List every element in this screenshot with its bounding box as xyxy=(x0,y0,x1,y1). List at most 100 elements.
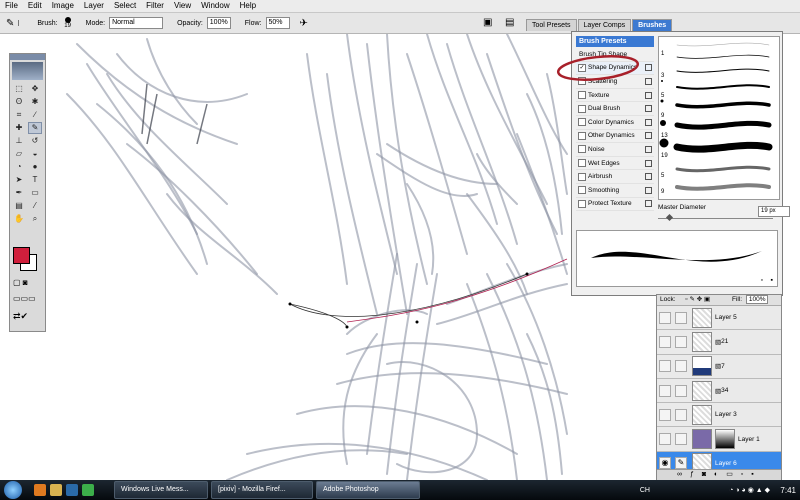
start-orb-icon[interactable] xyxy=(4,481,22,499)
screen-mode-buttons[interactable]: ▭▭▭ xyxy=(13,294,41,304)
messenger-quicklaunch-icon[interactable] xyxy=(82,484,94,496)
marquee-tool-icon[interactable]: ⬚ xyxy=(12,83,26,95)
pen-tool-icon[interactable]: ✒ xyxy=(12,187,26,199)
brush-preset-list[interactable]: 1 3 5 9 13 19 5 9 xyxy=(658,36,780,200)
brush-tool-icon[interactable]: ✎ xyxy=(6,18,14,29)
master-diameter-field[interactable]: 19 px xyxy=(758,206,790,217)
link-toggle[interactable] xyxy=(675,311,687,324)
layer-name[interactable]: 7 xyxy=(721,363,725,370)
lock-icon[interactable] xyxy=(645,64,652,72)
palette-well-icon[interactable]: ▤ xyxy=(505,17,514,28)
folder-quicklaunch-icon[interactable] xyxy=(50,484,62,496)
mode-select[interactable]: Normal xyxy=(109,17,164,29)
shape-tool-icon[interactable]: ▭ xyxy=(28,187,42,199)
paint-bucket-tool-icon[interactable]: ◒ xyxy=(28,148,42,160)
menu-filter[interactable]: Filter xyxy=(141,0,169,12)
dual-brush-checkbox[interactable] xyxy=(578,104,586,113)
visibility-toggle[interactable] xyxy=(659,360,671,373)
notes-tool-icon[interactable]: ▤ xyxy=(12,200,26,212)
taskbar-clock[interactable]: 7:41 xyxy=(780,486,796,495)
magic-wand-tool-icon[interactable]: ✱ xyxy=(28,96,42,108)
flow-field[interactable]: 50% xyxy=(265,17,290,29)
texture-item[interactable]: Texture xyxy=(576,89,654,103)
crop-tool-icon[interactable]: ⌗ xyxy=(12,109,26,121)
layer-name[interactable]: 34 xyxy=(721,387,728,394)
visibility-toggle[interactable] xyxy=(659,311,671,324)
other-dynamics-checkbox[interactable] xyxy=(578,131,586,140)
menu-image[interactable]: Image xyxy=(47,0,79,12)
hand-tool-icon[interactable]: ✋ xyxy=(12,213,26,225)
brush-indicator-icon[interactable]: ✎ xyxy=(675,457,687,470)
clone-stamp-tool-icon[interactable]: ⊥ xyxy=(12,135,26,147)
menu-edit[interactable]: Edit xyxy=(23,0,47,12)
lock-icon[interactable] xyxy=(645,91,652,99)
link-toggle[interactable] xyxy=(675,360,687,373)
shape-dynamics-item[interactable]: ✓ Shape Dynamics xyxy=(576,61,654,76)
noise-checkbox[interactable] xyxy=(578,145,586,154)
photoshop-feather-logo[interactable] xyxy=(12,62,43,80)
master-diameter-slider[interactable] xyxy=(658,218,773,219)
move-tool-icon[interactable]: ✥ xyxy=(28,83,42,95)
slider-knob[interactable] xyxy=(665,213,674,222)
dodge-tool-icon[interactable]: ● xyxy=(28,161,42,173)
layer-row[interactable]: Layer 1 xyxy=(657,427,781,452)
lock-icon[interactable] xyxy=(645,105,652,113)
link-toggle[interactable] xyxy=(675,408,687,421)
menu-file[interactable]: File xyxy=(0,0,23,12)
firefox-quicklaunch-icon[interactable] xyxy=(34,484,46,496)
healing-brush-tool-icon[interactable]: ✚ xyxy=(12,122,26,134)
type-tool-icon[interactable]: T xyxy=(28,174,42,186)
link-toggle[interactable] xyxy=(675,384,687,397)
document-canvas[interactable] xyxy=(47,34,570,480)
tray-icons[interactable]: ◔ ◑ ◕ ◉ ▲ ◆ xyxy=(729,486,770,494)
lock-icon[interactable] xyxy=(645,77,652,85)
smoothing-checkbox[interactable] xyxy=(578,186,586,195)
color-dynamics-checkbox[interactable] xyxy=(578,118,586,127)
lock-icon[interactable] xyxy=(645,145,652,153)
lock-icons[interactable]: ▫ ✎ ✥ ▣ xyxy=(685,296,710,303)
airbrush-checkbox[interactable] xyxy=(578,172,586,181)
lock-icon[interactable] xyxy=(645,200,652,208)
lock-icon[interactable] xyxy=(645,132,652,140)
photoshop-quicklaunch-icon[interactable] xyxy=(66,484,78,496)
link-toggle[interactable] xyxy=(675,335,687,348)
layer-name[interactable]: Layer 5 xyxy=(715,314,737,321)
new-group-icon[interactable]: ▭ xyxy=(726,471,733,478)
history-brush-tool-icon[interactable]: ↺ xyxy=(28,135,42,147)
airbrush-item[interactable]: Airbrush xyxy=(576,170,654,184)
trash-icon[interactable]: ▪ xyxy=(771,277,773,284)
airbrush-icon[interactable]: ✈ xyxy=(300,18,308,29)
layer-mask-icon[interactable]: ◙ xyxy=(702,471,706,478)
menu-view[interactable]: View xyxy=(169,0,196,12)
brush-picker[interactable]: 19 xyxy=(62,17,74,29)
visibility-toggle[interactable] xyxy=(659,384,671,397)
trash-icon[interactable]: ▪ xyxy=(751,471,753,478)
visibility-toggle[interactable] xyxy=(659,433,671,446)
tab-layer-comps[interactable]: Layer Comps xyxy=(577,19,632,31)
lock-icon[interactable] xyxy=(645,173,652,181)
menu-layer[interactable]: Layer xyxy=(79,0,109,12)
scattering-item[interactable]: Scattering xyxy=(576,75,654,89)
visibility-toggle[interactable] xyxy=(659,335,671,348)
dual-brush-item[interactable]: Dual Brush xyxy=(576,102,654,116)
taskbar-item-photoshop[interactable]: Adobe Photoshop xyxy=(316,481,420,499)
lock-icon[interactable] xyxy=(645,186,652,194)
lock-icon[interactable] xyxy=(645,159,652,167)
wet-edges-item[interactable]: Wet Edges xyxy=(576,157,654,171)
visibility-eye-icon[interactable]: ◉ xyxy=(659,457,671,470)
other-dynamics-item[interactable]: Other Dynamics xyxy=(576,130,654,144)
wet-edges-checkbox[interactable] xyxy=(578,159,586,168)
slice-tool-icon[interactable]: ∕ xyxy=(28,109,42,121)
brush-tip-shape-item[interactable]: Brush Tip Shape xyxy=(576,48,654,62)
toolbox-grip[interactable] xyxy=(10,54,45,60)
layer-name[interactable]: Layer 3 xyxy=(715,411,737,418)
link-toggle[interactable] xyxy=(675,433,687,446)
smoothing-item[interactable]: Smoothing xyxy=(576,184,654,198)
opacity-field[interactable]: 100% xyxy=(206,17,231,29)
tab-brushes[interactable]: Brushes xyxy=(632,19,673,31)
color-dynamics-item[interactable]: Color Dynamics xyxy=(576,116,654,130)
layer-row[interactable]: ▧ 34 xyxy=(657,379,781,404)
texture-checkbox[interactable] xyxy=(578,91,586,100)
lasso-tool-icon[interactable]: ʘ xyxy=(12,96,26,108)
protect-texture-checkbox[interactable] xyxy=(578,199,586,208)
